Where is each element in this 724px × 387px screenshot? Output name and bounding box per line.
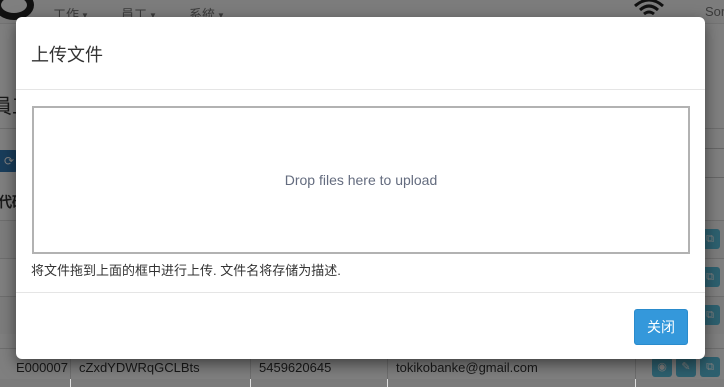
- modal-footer: 关闭: [16, 292, 705, 359]
- upload-help-text: 将文件拖到上面的框中进行上传. 文件名将存储为描述.: [31, 263, 341, 278]
- close-button[interactable]: 关闭: [634, 309, 688, 345]
- modal-title: 上传文件: [31, 45, 103, 65]
- dropzone-message: Drop files here to upload: [284, 172, 438, 188]
- file-dropzone[interactable]: Drop files here to upload: [32, 106, 690, 254]
- modal-header: 上传文件: [16, 17, 705, 90]
- upload-file-modal: 上传文件 Drop files here to upload 将文件拖到上面的框…: [16, 17, 705, 359]
